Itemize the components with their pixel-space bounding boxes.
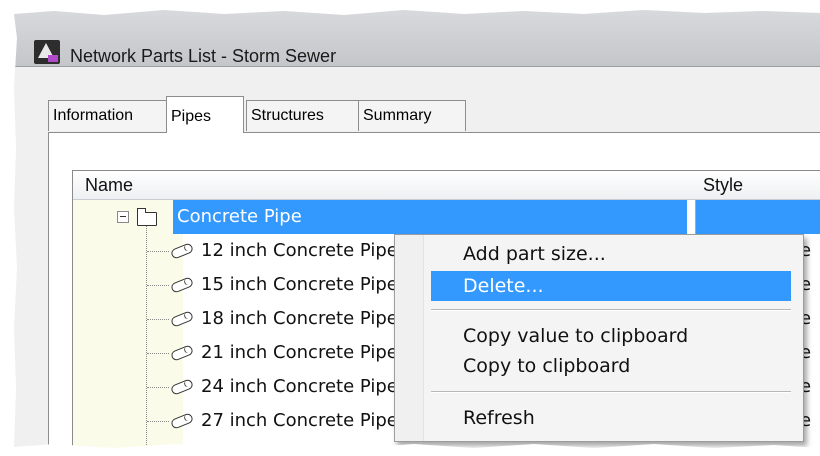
menu-separator xyxy=(431,309,791,311)
context-menu: Add part size... Delete... Copy value to… xyxy=(394,234,804,442)
row-name[interactable]: Concrete Pipe xyxy=(173,200,687,234)
tree-branch-line xyxy=(147,421,169,422)
tree-branch-line xyxy=(147,387,169,388)
pipe-icon xyxy=(169,344,195,362)
pipe-icon xyxy=(169,242,195,260)
row-style-cell[interactable] xyxy=(695,200,820,234)
row-name: 15 inch Concrete Pipe xyxy=(201,274,398,295)
title-bar[interactable]: Network Parts List - Storm Sewer xyxy=(14,10,820,67)
column-header-name[interactable]: Name xyxy=(73,171,696,200)
pipe-icon xyxy=(169,276,195,294)
menu-item-add-part-size[interactable]: Add part size... xyxy=(431,239,791,269)
column-header-style[interactable]: Style xyxy=(695,171,820,200)
open-folder-icon xyxy=(137,208,157,226)
collapse-toggle-icon[interactable] xyxy=(117,211,129,223)
tab-summary[interactable]: Summary xyxy=(358,100,466,131)
menu-item-delete[interactable]: Delete... xyxy=(431,271,791,301)
tree-branch-line xyxy=(147,285,169,286)
pipe-icon xyxy=(169,412,195,430)
tab-information[interactable]: Information xyxy=(48,100,170,131)
pipe-icon xyxy=(169,378,195,396)
row-name: 24 inch Concrete Pipe xyxy=(201,376,398,397)
tab-pipes[interactable]: Pipes xyxy=(166,96,244,133)
tree-branch-line xyxy=(147,319,169,320)
menu-item-refresh[interactable]: Refresh xyxy=(431,403,791,433)
context-menu-gutter xyxy=(395,235,424,441)
screenshot-frame: Network Parts List - Storm Sewer Informa… xyxy=(14,10,820,448)
tab-structures[interactable]: Structures xyxy=(246,100,362,131)
row-name: 18 inch Concrete Pipe xyxy=(201,308,398,329)
pipe-icon xyxy=(169,310,195,328)
network-parts-list-window: Network Parts List - Storm Sewer Informa… xyxy=(14,10,820,448)
tree-branch-line xyxy=(147,251,169,252)
menu-item-copy-to-clipboard[interactable]: Copy to clipboard xyxy=(431,351,791,381)
civil3d-app-icon xyxy=(34,40,60,64)
tree-branch-line xyxy=(147,353,169,354)
window-title: Network Parts List - Storm Sewer xyxy=(70,46,337,66)
menu-separator xyxy=(431,391,791,393)
row-name: 21 inch Concrete Pipe xyxy=(201,342,398,363)
menu-item-copy-value-to-clipboard[interactable]: Copy value to clipboard xyxy=(431,321,791,351)
tree-row-concrete-pipe[interactable]: Concrete Pipe xyxy=(73,200,820,234)
row-name: 27 inch Concrete Pipe xyxy=(201,410,398,431)
row-name: 12 inch Concrete Pipe xyxy=(201,240,398,261)
